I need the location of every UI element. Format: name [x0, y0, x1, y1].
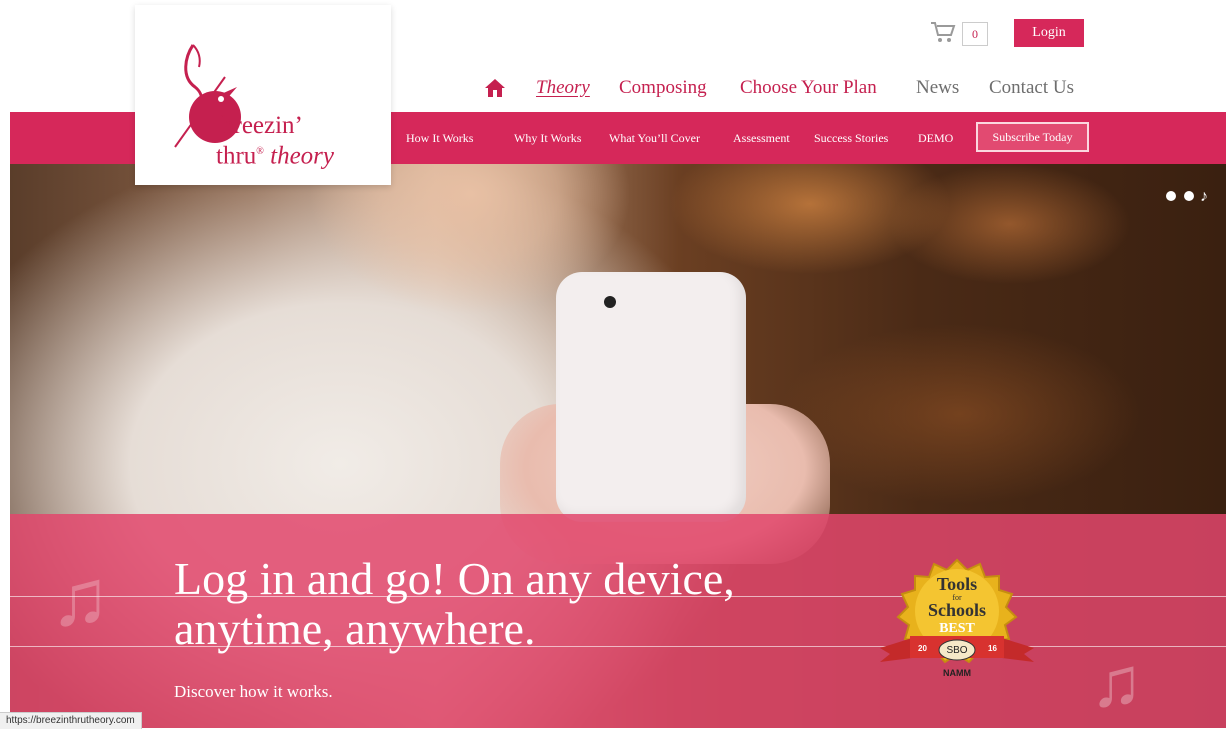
subnav-demo[interactable]: DEMO	[918, 131, 953, 145]
slider-dots: ♪	[1162, 188, 1208, 206]
subnav-why-it-works[interactable]: Why It Works	[514, 131, 581, 145]
award-sbo: SBO	[946, 645, 967, 656]
award-schools: Schools	[928, 600, 986, 620]
nav-contact-us[interactable]: Contact Us	[989, 76, 1074, 100]
discover-link[interactable]: Discover how it works.	[174, 682, 333, 702]
nav-news[interactable]: News	[916, 76, 959, 100]
status-bar-url: https://breezinthrutheory.com	[0, 712, 142, 729]
subnav-success-stories[interactable]: Success Stories	[814, 131, 888, 145]
logo-registered: ®	[256, 146, 264, 157]
music-note-icon: ♫	[1090, 645, 1143, 722]
nav-composing[interactable]: Composing	[619, 76, 707, 100]
subnav-what-youll-cover[interactable]: What You’ll Cover	[609, 131, 700, 145]
subnav-assessment[interactable]: Assessment	[733, 131, 790, 145]
award-namm: NAMM	[943, 668, 971, 678]
tools-for-schools-award: Tools for Schools BEST 20 16 SBO NAMM	[880, 558, 1034, 678]
hero-headline: Log in and go! On any device, anytime, a…	[174, 554, 854, 654]
music-note-icon: ♫	[50, 555, 110, 643]
phone-camera	[604, 296, 616, 308]
login-button[interactable]: Login	[1014, 19, 1084, 47]
award-year-right: 16	[988, 644, 997, 653]
hero-banner: ♪ ♫ ♫ Log in and go! On any device, anyt…	[10, 164, 1226, 728]
subscribe-today-button[interactable]: Subscribe Today	[976, 122, 1089, 152]
phone-image	[556, 272, 746, 522]
nav-theory[interactable]: Theory	[536, 76, 590, 100]
logo-thru: thru	[216, 142, 257, 170]
headline-line-2: anytime, anywhere.	[174, 603, 536, 654]
music-note-icon[interactable]: ♪	[1200, 188, 1208, 206]
subnav-how-it-works[interactable]: How It Works	[406, 131, 473, 145]
logo-line1: breezin’	[221, 112, 303, 139]
slider-dot-1[interactable]	[1166, 191, 1176, 201]
logo-line2: thru® theory	[216, 139, 334, 169]
logo-theory: theory	[270, 142, 335, 170]
home-icon[interactable]	[484, 78, 506, 98]
award-tools: Tools	[937, 574, 977, 594]
award-best: BEST	[939, 621, 975, 636]
nav-choose-your-plan[interactable]: Choose Your Plan	[740, 76, 877, 100]
logo-text: breezin’ thru® theory	[216, 112, 334, 169]
slider-dot-2[interactable]	[1184, 191, 1194, 201]
cart-icon[interactable]	[930, 21, 956, 43]
award-year-left: 20	[918, 644, 927, 653]
headline-line-1: Log in and go! On any device,	[174, 553, 735, 604]
cart-count[interactable]: 0	[962, 22, 988, 46]
logo[interactable]: breezin’ thru® theory	[135, 5, 391, 185]
